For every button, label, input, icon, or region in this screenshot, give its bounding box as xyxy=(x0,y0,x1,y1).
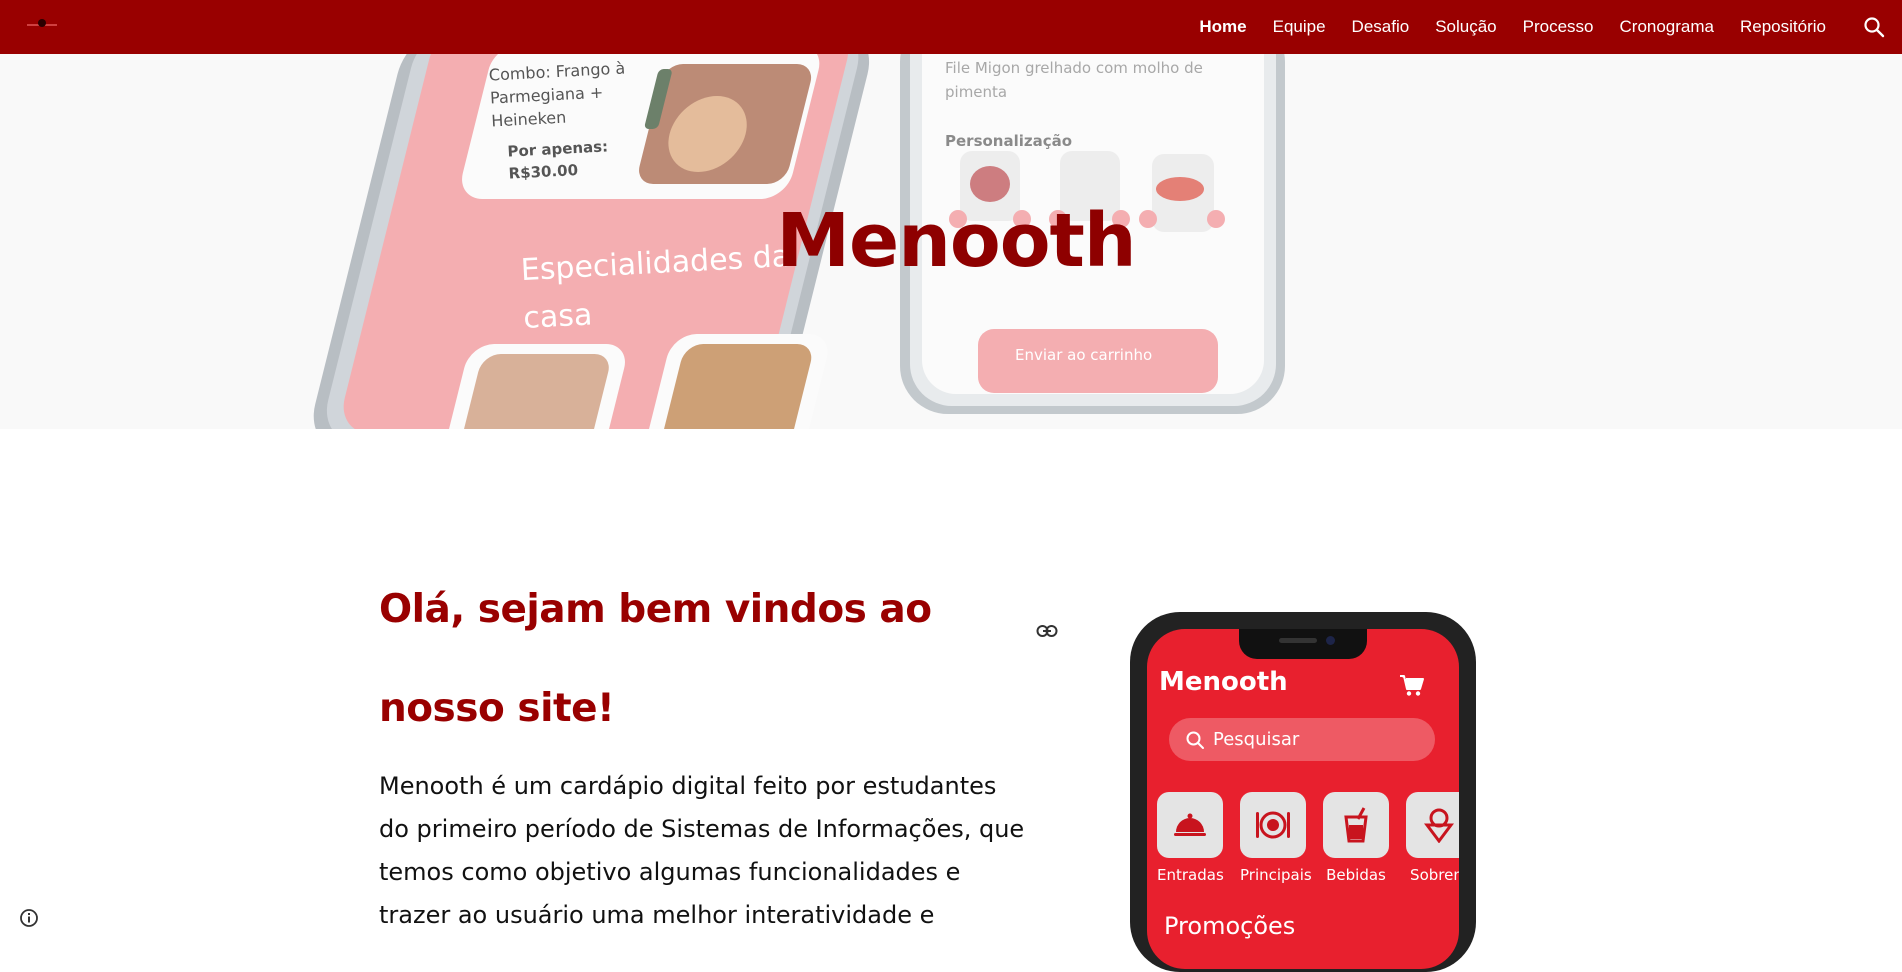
info-icon[interactable] xyxy=(19,908,39,928)
intro-paragraph-line: Menooth é um cardápio digital feito por … xyxy=(379,772,997,800)
ice-cream-icon xyxy=(1406,792,1459,858)
hero-description-line: pimenta xyxy=(945,83,1008,101)
app-mockup-screen: Menooth Pesquisar Entradas Principais Be… xyxy=(1147,629,1459,969)
nav-item-cronograma[interactable]: Cronograma xyxy=(1620,17,1715,37)
app-category-label: Sobrem xyxy=(1410,866,1459,884)
app-search-bar: Pesquisar xyxy=(1169,718,1435,761)
logo-dot xyxy=(38,19,46,27)
hero-banner: Combo: Frango à Parmegiana + Heineken Po… xyxy=(0,54,1902,429)
nav-item-equipe[interactable]: Equipe xyxy=(1273,17,1326,37)
speaker-grille xyxy=(1279,638,1317,643)
welcome-heading-line: Olá, sejam bem vindos ao xyxy=(379,587,932,632)
top-navigation-bar: Home Equipe Desafio Solução Processo Cro… xyxy=(0,0,1902,54)
nav-item-desafio[interactable]: Desafio xyxy=(1352,17,1410,37)
nav-item-solucao[interactable]: Solução xyxy=(1435,17,1496,37)
app-title: Menooth xyxy=(1159,667,1288,697)
welcome-heading-line: nosso site! xyxy=(379,686,615,731)
app-category-label: Principais xyxy=(1240,866,1312,884)
nav-item-repositorio[interactable]: Repositório xyxy=(1740,17,1826,37)
hero-price-block: Por apenas: R$30.00 xyxy=(507,135,610,184)
app-category-sobremesas: Sobrem xyxy=(1406,792,1459,884)
search-icon xyxy=(1186,731,1204,749)
hero-description-line: File Migon grelhado com molho de xyxy=(945,59,1203,77)
app-mockup-phone: Menooth Pesquisar Entradas Principais Be… xyxy=(1130,612,1476,972)
hero-cart-button-label: Enviar ao carrinho xyxy=(1015,346,1153,364)
plate-cutlery-icon xyxy=(1240,792,1306,858)
site-logo[interactable] xyxy=(25,16,57,36)
phone-notch xyxy=(1239,629,1367,659)
app-promotions-heading: Promoções xyxy=(1164,912,1296,940)
app-category-bebidas: Bebidas xyxy=(1323,792,1389,884)
drink-cup-icon xyxy=(1323,792,1389,858)
hero-title: Menooth xyxy=(776,198,1136,284)
nav-item-processo[interactable]: Processo xyxy=(1523,17,1594,37)
cart-icon xyxy=(1400,675,1424,696)
link-icon[interactable] xyxy=(1036,624,1058,638)
camera-dot xyxy=(1326,636,1335,645)
welcome-heading: Olá, sejam bem vindos ao nosso site! xyxy=(379,560,979,758)
app-category-entradas: Entradas xyxy=(1157,792,1224,884)
intro-paragraph-line: do primeiro período de Sistemas de Infor… xyxy=(379,815,1025,843)
app-category-principais: Principais xyxy=(1240,792,1312,884)
hero-personalization-label: Personalização xyxy=(945,132,1073,150)
app-category-label: Bebidas xyxy=(1326,866,1386,884)
main-nav: Home Equipe Desafio Solução Processo Cro… xyxy=(1199,0,1826,54)
intro-paragraph-line: trazer ao usuário uma melhor interativid… xyxy=(379,901,935,929)
intro-paragraph: Menooth é um cardápio digital feito por … xyxy=(379,765,1039,937)
search-icon[interactable] xyxy=(1862,15,1886,39)
cloche-icon xyxy=(1157,792,1223,858)
nav-item-home[interactable]: Home xyxy=(1199,17,1246,37)
hero-combo-text: Combo: Frango à Parmegiana + Heineken xyxy=(488,56,628,132)
intro-paragraph-line: temos como objetivo algumas funcionalida… xyxy=(379,858,961,886)
app-search-placeholder: Pesquisar xyxy=(1213,729,1300,750)
app-category-label: Entradas xyxy=(1157,866,1224,884)
hero-dish-description: File Migon grelhado com molho de pimenta xyxy=(945,56,1203,104)
